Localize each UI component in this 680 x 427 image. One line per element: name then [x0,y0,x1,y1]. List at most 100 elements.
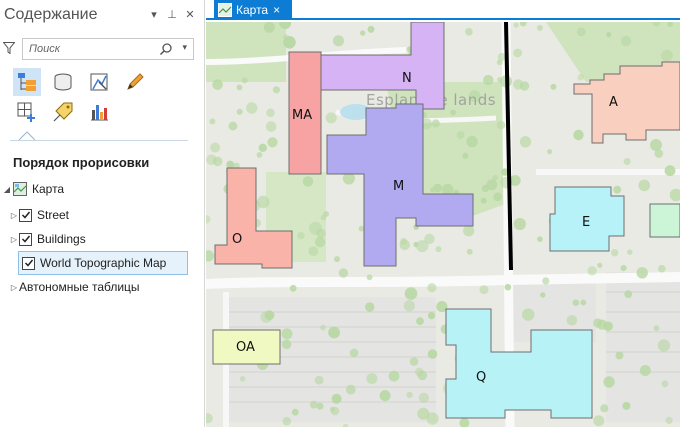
tree-canopy [320,324,326,331]
layer-row-street[interactable]: ▷ Street [9,204,69,226]
list-by-snapping-button[interactable] [13,98,41,126]
tree-canopy [302,176,314,187]
layer-label: Street [37,208,70,222]
expand-icon[interactable]: ▷ [9,211,19,220]
map-tab[interactable]: Карта × [214,0,292,20]
tree-canopy [576,27,586,37]
layer-row-world-topographic-map[interactable]: World Topographic Map [19,252,166,274]
app-window: Содержание ▾ ⊥ ✕ ▾ [0,0,680,427]
tree-canopy [435,246,442,253]
tree-canopy [418,392,429,403]
tree-canopy [281,328,293,340]
checkmark-icon [21,235,30,243]
tree-canopy [332,35,345,47]
pane-options-icon[interactable]: ▾ [148,8,160,21]
tree-canopy [246,102,258,114]
list-by-editing-button[interactable] [121,68,149,96]
tree-canopy [462,152,469,159]
tree-canopy [613,185,622,194]
tree-canopy [466,135,478,148]
basemap-road [206,272,680,289]
tree-canopy [577,74,584,81]
tree-canopy [463,225,475,237]
collapse-icon[interactable]: ◢ [2,185,12,194]
tree-canopy [413,241,419,248]
tree-canopy [627,249,633,255]
tree-canopy [325,112,337,124]
standalone-tables-label: Автономные таблицы [19,280,140,294]
tree-canopy [466,248,473,255]
list-by-selection-button[interactable] [85,68,113,96]
tree-canopy [266,108,275,117]
map-tab-label: Карта [236,3,269,17]
tree-canopy [365,302,375,312]
list-by-labeling-button[interactable] [49,98,77,126]
tree-canopy [427,349,438,359]
tree-canopy [597,262,603,268]
building-label-e: E [582,215,590,230]
tree-canopy [297,231,305,240]
close-icon[interactable]: ✕ [184,8,196,21]
tree-canopy [450,109,457,116]
list-by-data-source-button[interactable] [49,68,77,96]
close-tab-icon[interactable]: × [273,3,280,17]
buildings-visibility-checkbox[interactable] [19,232,32,246]
tree-canopy [593,415,605,427]
tree-canopy [330,406,340,416]
map-canvas[interactable]: Esplanade lands N MA M A O E OA Q [206,22,680,427]
tree-canopy [620,35,632,47]
map-label: Карта [32,182,65,196]
tree-canopy [513,79,524,90]
basemap-visibility-checkbox[interactable] [22,256,35,270]
tree-canopy [536,24,543,31]
tree-canopy [210,142,221,153]
tree-canopy [547,149,553,155]
tree-canopy [272,86,280,94]
tree-canopy [653,325,660,332]
drawing-order-heading: Порядок прорисовки [13,155,150,170]
list-by-charts-button[interactable] [85,98,113,126]
tree-standalone-tables-row[interactable]: ▷ Автономные таблицы [9,276,140,298]
tree-map-row[interactable]: ◢ Карта [2,178,64,200]
search-icon[interactable] [159,42,173,56]
tree-canopy [661,380,669,388]
layer-row-buildings[interactable]: ▷ Buildings [9,228,86,250]
tree-canopy [427,283,437,293]
tree-canopy [241,77,248,84]
street-visibility-checkbox[interactable] [19,208,32,222]
tree-canopy [638,179,651,192]
tree-canopy [209,118,216,125]
tree-canopy [366,274,373,281]
tree-canopy [486,179,498,191]
tree-canopy [624,290,633,299]
tree-canopy [291,408,299,416]
list-by-drawing-order-button[interactable] [13,68,41,96]
tree-canopy [281,339,292,350]
expand-icon[interactable]: ▷ [9,235,19,244]
tree-canopy [328,326,340,339]
checkmark-icon [21,211,30,219]
tree-canopy [256,152,263,158]
pin-icon[interactable]: ⊥ [166,8,178,21]
expand-icon[interactable]: ▷ [9,283,19,292]
building-label-q: Q [476,370,486,385]
building-unlabeled[interactable] [649,203,680,238]
tree-canopy [404,287,418,300]
tree-canopy [289,284,297,292]
tree-canopy [212,79,223,90]
tree-canopy [493,192,502,202]
tree-canopy [580,299,587,306]
tree-canopy [309,221,323,235]
building-label-oa: OA [236,340,255,355]
tree-canopy [379,390,391,402]
contents-pane: Содержание ▾ ⊥ ✕ ▾ [0,0,205,427]
list-by-data-source-icon [54,73,72,91]
search-options-icon[interactable]: ▾ [182,42,187,53]
building-label-a: A [609,95,618,110]
tree-canopy [331,393,342,404]
tree-canopy [367,25,375,33]
tree-canopy [267,137,278,148]
filter-icon[interactable] [3,42,15,54]
search-input[interactable] [23,39,163,59]
tree-canopy [366,373,378,384]
